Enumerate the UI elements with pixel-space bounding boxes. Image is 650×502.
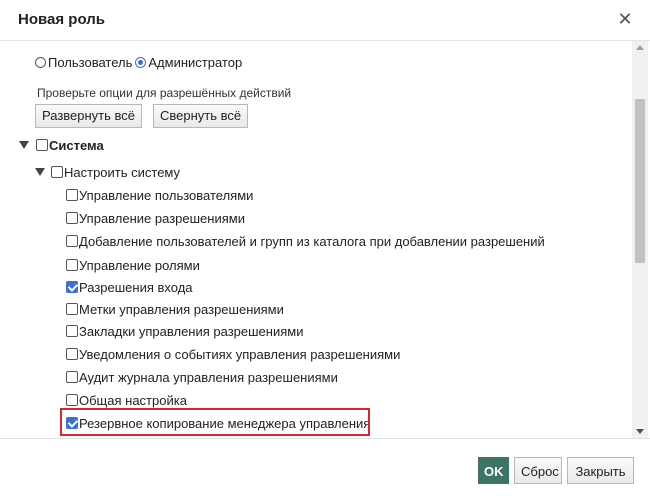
role-type-radio-group: Пользователь Администратор: [35, 52, 242, 72]
permission-label[interactable]: Управление ролями: [79, 258, 200, 273]
permission-item: Закладки управления разрешениями: [66, 321, 303, 341]
collapse-triangle-icon[interactable]: [19, 141, 29, 149]
permission-checkbox[interactable]: [66, 394, 78, 406]
permission-item: Общая настройка: [66, 390, 187, 410]
permission-checkbox[interactable]: [66, 259, 78, 271]
highlight-box: [60, 408, 370, 436]
permission-checkbox[interactable]: [66, 303, 78, 315]
permission-item: Аудит журнала управления разрешениями: [66, 367, 338, 387]
configure-system-label[interactable]: Настроить систему: [64, 165, 180, 180]
collapse-all-button[interactable]: Свернуть всё: [153, 104, 249, 128]
role-admin-label[interactable]: Администратор: [148, 55, 242, 70]
permission-checkbox[interactable]: [66, 235, 78, 247]
dialog-title: Новая роль: [18, 11, 105, 28]
permission-item: Разрешения входа: [66, 277, 193, 297]
configure-system-checkbox[interactable]: [51, 166, 63, 178]
permission-item: Добавление пользователей и групп из ката…: [66, 231, 545, 251]
dialog-titlebar: Новая роль ✕: [0, 0, 650, 41]
ok-button[interactable]: OK: [478, 457, 509, 484]
permission-label[interactable]: Управление пользователями: [79, 188, 253, 203]
permission-label[interactable]: Уведомления о событиях управления разреш…: [79, 347, 400, 362]
dialog-footer: OK Сброс Закрыть: [0, 438, 650, 502]
scroll-down-icon[interactable]: [636, 429, 644, 434]
reset-button[interactable]: Сброс: [514, 457, 562, 484]
scroll-thumb[interactable]: [635, 99, 645, 263]
permission-item: Метки управления разрешениями: [66, 299, 284, 319]
expand-all-button[interactable]: Развернуть всё: [35, 104, 143, 128]
close-icon[interactable]: ✕: [614, 8, 636, 30]
new-role-dialog: Новая роль ✕ Пользователь Администратор …: [0, 0, 650, 502]
role-admin-radio[interactable]: [135, 56, 147, 68]
permission-checkbox[interactable]: [66, 189, 78, 201]
scroll-up-icon[interactable]: [636, 45, 644, 50]
scrollbar[interactable]: [632, 41, 648, 438]
permission-item: Управление пользователями: [66, 185, 253, 205]
permission-item: Управление ролями: [66, 255, 200, 275]
collapse-triangle-icon[interactable]: [35, 168, 45, 176]
permission-item: Уведомления о событиях управления разреш…: [66, 344, 400, 364]
close-button[interactable]: Закрыть: [567, 457, 634, 484]
permission-checkbox[interactable]: [66, 281, 78, 293]
permissions-hint: Проверьте опции для разрешённых действий: [37, 86, 292, 100]
permission-label[interactable]: Управление разрешениями: [79, 211, 245, 226]
permission-label[interactable]: Добавление пользователей и групп из ката…: [79, 234, 545, 249]
permission-checkbox[interactable]: [66, 212, 78, 224]
permission-checkbox[interactable]: [66, 325, 78, 337]
role-user-radio[interactable]: [35, 56, 46, 68]
permission-checkbox[interactable]: [66, 371, 78, 383]
tree-node-system: Система: [19, 135, 104, 155]
dialog-body[interactable]: Пользователь Администратор Проверьте опц…: [0, 41, 632, 438]
role-user-label[interactable]: Пользователь: [48, 55, 132, 70]
permission-label[interactable]: Общая настройка: [79, 393, 187, 408]
permission-label[interactable]: Закладки управления разрешениями: [79, 324, 303, 339]
system-label[interactable]: Система: [49, 138, 104, 153]
permission-item: Управление разрешениями: [66, 208, 245, 228]
permission-label[interactable]: Аудит журнала управления разрешениями: [79, 370, 338, 385]
system-checkbox[interactable]: [36, 139, 48, 151]
permission-checkbox[interactable]: [66, 348, 78, 360]
permission-label[interactable]: Метки управления разрешениями: [79, 302, 284, 317]
tree-node-configure-system: Настроить систему: [35, 162, 180, 182]
permission-label[interactable]: Разрешения входа: [79, 280, 193, 295]
